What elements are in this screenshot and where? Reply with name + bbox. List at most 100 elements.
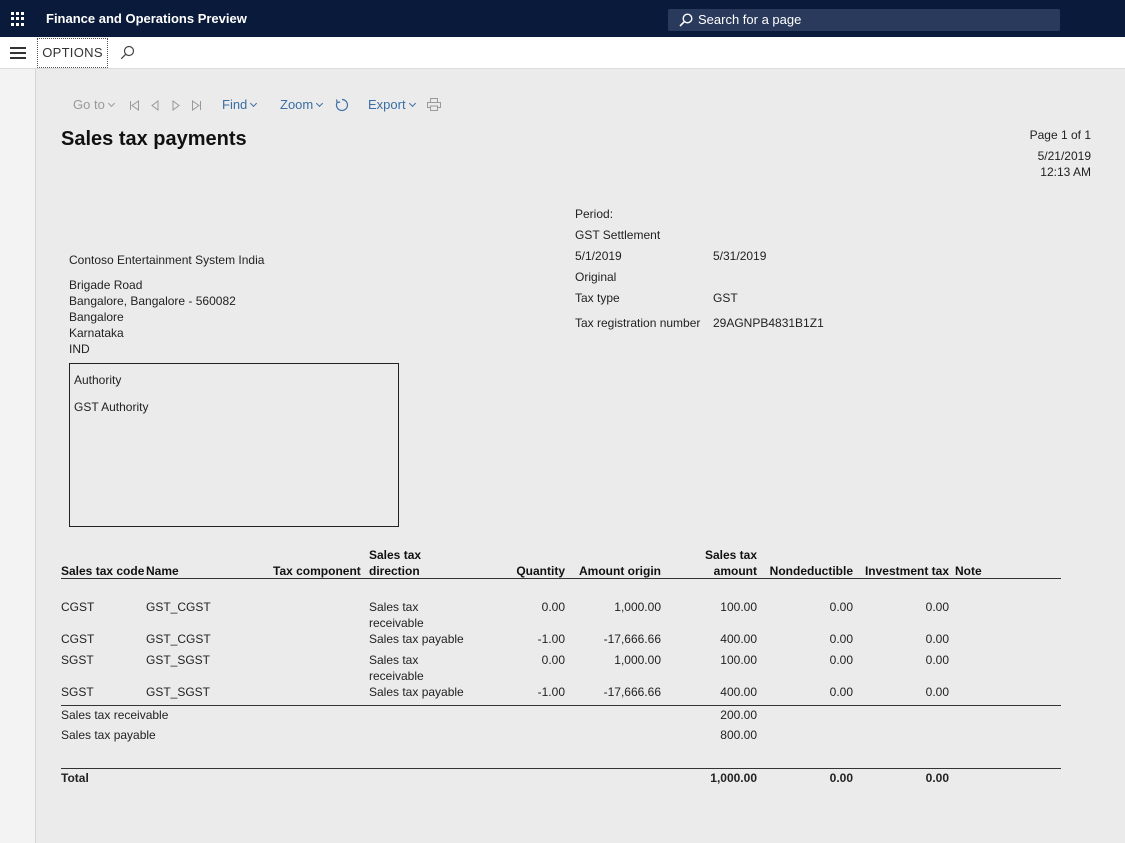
col-header-amount-2: amount	[713, 564, 757, 578]
action-search-icon[interactable]	[120, 45, 135, 63]
action-pane: OPTIONS	[0, 37, 1125, 69]
refresh-icon[interactable]	[335, 98, 349, 115]
company-country: IND	[69, 342, 90, 356]
row-3-investment: 0.00	[925, 653, 949, 667]
row-4-amount: 400.00	[720, 685, 757, 699]
company-name: Contoso Entertainment System India	[69, 253, 265, 267]
row-3-direction-2: receivable	[369, 669, 424, 683]
col-header-name: Name	[146, 564, 179, 578]
report-time: 12:13 AM	[1040, 165, 1091, 179]
summary-receivable-value: 200.00	[720, 708, 757, 722]
page-info: Page 1 of 1 5/21/2019 12:13 AM	[1030, 127, 1091, 181]
row-1-investment: 0.00	[925, 600, 949, 614]
summary-receivable-label: Sales tax receivable	[61, 708, 169, 722]
row-1-name: GST_CGST	[146, 600, 211, 614]
col-header-component: Tax component	[273, 564, 361, 578]
row-3-name: GST_SGST	[146, 653, 211, 667]
total-investment: 0.00	[925, 771, 949, 785]
tax-reg-label: Tax registration number	[575, 316, 701, 330]
row-4-investment: 0.00	[925, 685, 949, 699]
previous-page-icon[interactable]	[150, 100, 160, 114]
search-placeholder: Search for a page	[698, 12, 802, 27]
hamburger-menu-icon[interactable]	[10, 47, 26, 59]
summary-payable-label: Sales tax payable	[61, 728, 156, 742]
left-nav-strip	[0, 69, 36, 843]
row-2-direction-1: Sales tax payable	[369, 632, 464, 646]
row-4-name: GST_SGST	[146, 685, 211, 699]
row-1-direction-2: receivable	[369, 616, 424, 630]
page-number: Page 1 of 1	[1029, 128, 1091, 142]
total-rule	[61, 768, 1061, 769]
row-3-quantity: 0.00	[541, 653, 565, 667]
col-header-nondeductible: Nondeductible	[769, 564, 853, 578]
col-header-code: Sales tax code	[61, 564, 145, 578]
col-header-direction-1: Sales tax	[369, 548, 422, 562]
company-state: Karnataka	[69, 326, 124, 340]
summary-payable-value: 800.00	[720, 728, 757, 742]
row-2-name: GST_CGST	[146, 632, 211, 646]
chevron-down-icon	[107, 99, 115, 108]
authority-name: GST Authority	[74, 400, 149, 414]
row-4-code-link[interactable]: SGST	[61, 684, 94, 700]
settlement-label: GST Settlement	[575, 228, 661, 242]
row-4-quantity: -1.00	[537, 685, 565, 699]
authority-label: Authority	[74, 373, 122, 387]
total-nondeductible: 0.00	[829, 771, 853, 785]
next-page-icon[interactable]	[171, 100, 181, 114]
col-header-amount-1: Sales tax	[704, 548, 757, 562]
report-viewer: Go to Find Zoom Export Sales tax payment…	[37, 69, 1125, 843]
tax-reg-value: 29AGNPB4831B1Z1	[713, 316, 824, 330]
period-to: 5/31/2019	[713, 249, 767, 263]
options-tab[interactable]: OPTIONS	[37, 38, 108, 68]
company-city: Bangalore	[69, 310, 124, 324]
export-label: Export	[368, 97, 406, 112]
chevron-down-icon	[250, 99, 258, 108]
version-label: Original	[575, 270, 617, 284]
row-1-amount-origin: 1,000.00	[614, 600, 661, 614]
row-3-direction-1: Sales tax	[369, 653, 419, 667]
row-3-amount: 100.00	[720, 653, 757, 667]
header-rule	[61, 578, 1061, 579]
row-3-code-link[interactable]: SGST	[61, 652, 94, 668]
row-4-direction-1: Sales tax payable	[369, 685, 464, 699]
col-header-investment: Investment tax	[864, 564, 949, 578]
tax-type-value: GST	[713, 291, 738, 305]
row-2-amount-origin: -17,666.66	[603, 632, 661, 646]
find-label: Find	[222, 97, 248, 112]
app-title[interactable]: Finance and Operations Preview	[46, 11, 247, 26]
tax-type-label: Tax type	[575, 291, 620, 305]
goto-label: Go to	[73, 97, 105, 112]
zoom-button[interactable]: Zoom	[280, 97, 324, 112]
print-icon[interactable]	[427, 98, 441, 114]
page-search-box[interactable]: Search for a page	[668, 9, 1060, 31]
row-2-investment: 0.00	[925, 632, 949, 646]
search-icon	[679, 13, 693, 30]
row-1-code-link[interactable]: CGST	[61, 599, 94, 615]
chevron-down-icon	[316, 99, 324, 108]
row-4-amount-origin: -17,666.66	[603, 685, 661, 699]
col-header-amount-origin: Amount origin	[579, 564, 661, 578]
row-3-amount-origin: 1,000.00	[614, 653, 661, 667]
company-address-line1: Brigade Road	[69, 278, 143, 292]
row-1-nondeductible: 0.00	[829, 600, 853, 614]
last-page-icon[interactable]	[191, 100, 202, 114]
authority-box: Authority GST Authority	[69, 363, 399, 527]
top-nav-bar: Finance and Operations Preview Search fo…	[0, 0, 1125, 37]
row-2-code-link[interactable]: CGST	[61, 631, 94, 647]
row-3-nondeductible: 0.00	[829, 653, 853, 667]
report-date: 5/21/2019	[1037, 148, 1091, 163]
export-button[interactable]: Export	[368, 97, 416, 112]
app-launcher-icon[interactable]	[11, 12, 25, 26]
goto-button[interactable]: Go to	[73, 97, 115, 112]
row-4-nondeductible: 0.00	[829, 685, 853, 699]
company-address-line2: Bangalore, Bangalore - 560082	[69, 294, 236, 308]
first-page-icon[interactable]	[129, 100, 140, 114]
row-1-quantity: 0.00	[541, 600, 565, 614]
col-header-direction-2: direction	[369, 564, 420, 578]
find-button[interactable]: Find	[222, 97, 258, 112]
row-1-amount: 100.00	[720, 600, 757, 614]
period-from: 5/1/2019	[575, 249, 622, 263]
zoom-label: Zoom	[280, 97, 314, 112]
col-header-quantity: Quantity	[516, 564, 565, 578]
rows-rule	[61, 705, 1061, 706]
